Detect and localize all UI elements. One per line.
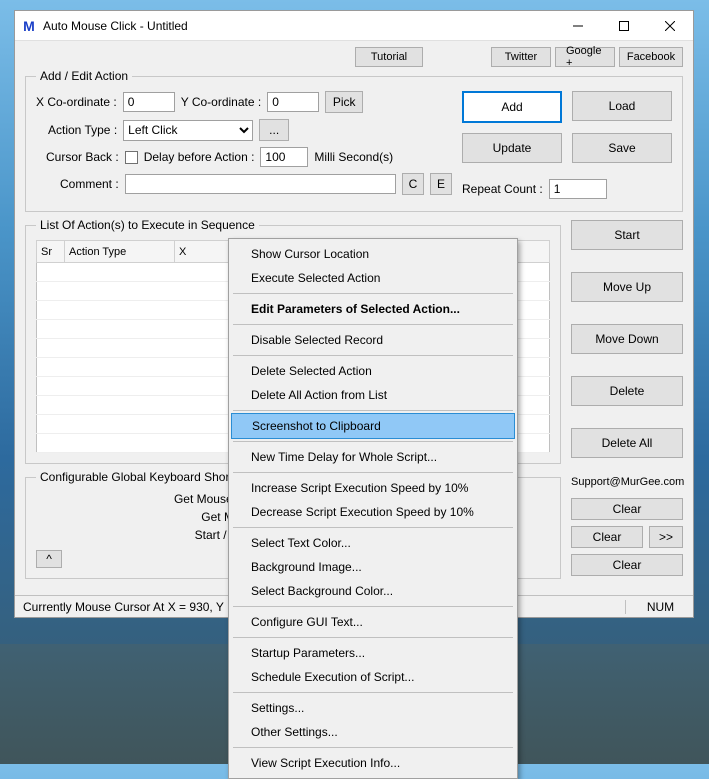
menu-item[interactable]: New Time Delay for Whole Script... <box>231 445 515 469</box>
cursor-back-label: Cursor Back : <box>46 150 119 164</box>
menu-separator <box>233 692 513 693</box>
menu-separator <box>233 637 513 638</box>
numlock-indicator: NUM <box>625 600 685 614</box>
move-up-button[interactable]: Move Up <box>571 272 683 302</box>
menu-separator <box>233 472 513 473</box>
repeat-count-label: Repeat Count : <box>462 182 543 196</box>
more-button[interactable]: >> <box>649 526 683 548</box>
menu-item[interactable]: Startup Parameters... <box>231 641 515 665</box>
menu-item[interactable]: Delete Selected Action <box>231 359 515 383</box>
repeat-count-input[interactable] <box>549 179 607 199</box>
clear-button-1[interactable]: Clear <box>571 498 683 520</box>
comment-input[interactable] <box>125 174 396 194</box>
minimize-button[interactable] <box>555 11 601 41</box>
add-edit-legend: Add / Edit Action <box>36 69 132 83</box>
action-list-legend: List Of Action(s) to Execute in Sequence <box>36 218 259 232</box>
menu-separator <box>233 293 513 294</box>
clear-button-3[interactable]: Clear <box>571 554 683 576</box>
action-type-more-button[interactable]: ... <box>259 119 289 141</box>
status-text: Currently Mouse Cursor At X = 930, Y <box>23 600 224 614</box>
menu-separator <box>233 410 513 411</box>
x-coord-input[interactable] <box>123 92 175 112</box>
menu-item[interactable]: View Script Execution Info... <box>231 751 515 775</box>
move-down-button[interactable]: Move Down <box>571 324 683 354</box>
e-button[interactable]: E <box>430 173 452 195</box>
caret-button[interactable]: ^ <box>36 550 62 568</box>
delete-button[interactable]: Delete <box>571 376 683 406</box>
menu-separator <box>233 441 513 442</box>
menu-separator <box>233 355 513 356</box>
update-button[interactable]: Update <box>462 133 562 163</box>
menu-separator <box>233 747 513 748</box>
menu-item[interactable]: Select Text Color... <box>231 531 515 555</box>
delete-all-button[interactable]: Delete All <box>571 428 683 458</box>
menu-item[interactable]: Configure GUI Text... <box>231 610 515 634</box>
close-button[interactable] <box>647 11 693 41</box>
maximize-button[interactable] <box>601 11 647 41</box>
facebook-button[interactable]: Facebook <box>619 47 683 67</box>
menu-item[interactable]: Other Settings... <box>231 720 515 744</box>
menu-separator <box>233 606 513 607</box>
shortcuts-legend: Configurable Global Keyboard Shortc <box>36 470 243 484</box>
y-coord-label: Y Co-ordinate : <box>181 95 262 109</box>
menu-item[interactable]: Execute Selected Action <box>231 266 515 290</box>
action-type-select[interactable]: Left Click <box>123 120 253 141</box>
app-icon: M <box>21 18 37 34</box>
c-button[interactable]: C <box>402 173 424 195</box>
support-link[interactable]: Support@MurGee.com <box>571 476 683 488</box>
menu-separator <box>233 324 513 325</box>
menu-separator <box>233 527 513 528</box>
menu-item[interactable]: Settings... <box>231 696 515 720</box>
menu-item[interactable]: Increase Script Execution Speed by 10% <box>231 476 515 500</box>
x-coord-label: X Co-ordinate : <box>36 95 117 109</box>
col-action-type[interactable]: Action Type <box>65 241 175 263</box>
menu-item[interactable]: Show Cursor Location <box>231 242 515 266</box>
delay-input[interactable] <box>260 147 308 167</box>
clear-button-2[interactable]: Clear <box>571 526 643 548</box>
menu-item[interactable]: Select Background Color... <box>231 579 515 603</box>
pick-button[interactable]: Pick <box>325 91 363 113</box>
menu-item[interactable]: Schedule Execution of Script... <box>231 665 515 689</box>
load-button[interactable]: Load <box>572 91 672 121</box>
cursor-back-checkbox[interactable] <box>125 151 138 164</box>
start-button[interactable]: Start <box>571 220 683 250</box>
delay-label: Delay before Action : <box>144 150 255 164</box>
save-button[interactable]: Save <box>572 133 672 163</box>
add-edit-action-group: Add / Edit Action X Co-ordinate : Y Co-o… <box>25 69 683 212</box>
googleplus-button[interactable]: Google + <box>555 47 615 67</box>
context-menu: Show Cursor LocationExecute Selected Act… <box>228 238 518 779</box>
titlebar: M Auto Mouse Click - Untitled <box>15 11 693 41</box>
menu-item[interactable]: Decrease Script Execution Speed by 10% <box>231 500 515 524</box>
ms-label: Milli Second(s) <box>314 150 393 164</box>
comment-label: Comment : <box>60 177 119 191</box>
col-sr[interactable]: Sr <box>37 241 65 263</box>
menu-item[interactable]: Disable Selected Record <box>231 328 515 352</box>
menu-item[interactable]: Delete All Action from List <box>231 383 515 407</box>
y-coord-input[interactable] <box>267 92 319 112</box>
action-type-label: Action Type : <box>48 123 117 137</box>
window-title: Auto Mouse Click - Untitled <box>37 19 555 33</box>
twitter-button[interactable]: Twitter <box>491 47 551 67</box>
tutorial-button[interactable]: Tutorial <box>355 47 423 67</box>
menu-item[interactable]: Background Image... <box>231 555 515 579</box>
add-button[interactable]: Add <box>462 91 562 123</box>
menu-item[interactable]: Edit Parameters of Selected Action... <box>231 297 515 321</box>
menu-item[interactable]: Screenshot to Clipboard <box>231 413 515 439</box>
